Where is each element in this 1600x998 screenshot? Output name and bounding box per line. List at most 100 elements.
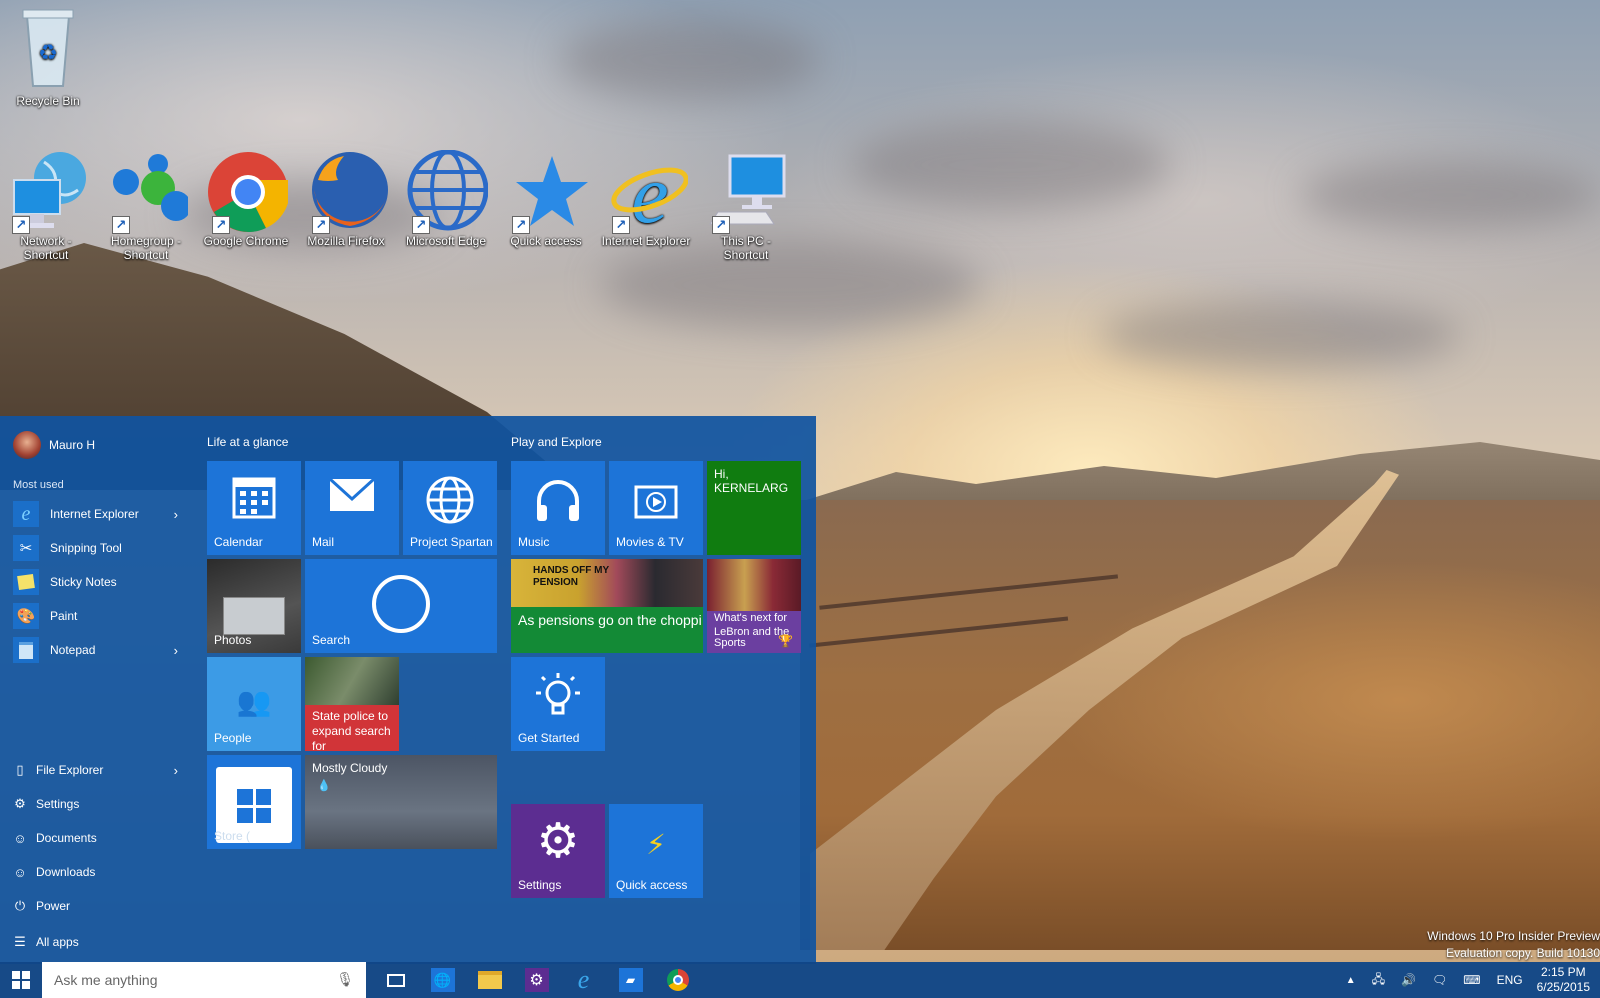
tile-settings[interactable]: ⚙ Settings: [511, 804, 605, 898]
internet-explorer-icon: e ↗: [604, 148, 689, 241]
gear-icon: ⚙: [536, 815, 580, 868]
microphone-icon[interactable]: 🎙: [336, 971, 354, 988]
cortana-search-box[interactable]: 🎙: [42, 962, 366, 998]
app-notepad[interactable]: Notepad ›: [0, 633, 196, 667]
computer-icon: ↗: [704, 150, 788, 234]
tile-label: Quick access: [616, 878, 688, 892]
app-paint[interactable]: 🎨 Paint: [0, 599, 196, 633]
tile-mail[interactable]: Mail: [305, 461, 399, 555]
chevron-right-icon[interactable]: ›: [174, 507, 178, 522]
headphones-icon: [511, 475, 605, 528]
tile-weather[interactable]: Mostly Cloudy 💧: [305, 755, 497, 849]
settings-button[interactable]: ⚙ Settings: [0, 787, 196, 821]
clock[interactable]: 2:15 PM 6/25/2015: [1531, 965, 1600, 995]
desktop-icon-chrome[interactable]: ↗ Google Chrome: [198, 150, 294, 248]
pension-sign: HANDS OFF MY PENSION: [533, 565, 609, 588]
money-photo: HANDS OFF MY PENSION: [511, 559, 703, 607]
desktop-icon-network[interactable]: ↗ Network - Shortcut: [0, 150, 94, 262]
tile-store[interactable]: Store (: [207, 755, 301, 849]
app-snipping-tool[interactable]: ✂ Snipping Tool: [0, 531, 196, 565]
tile-xbox[interactable]: Hi, KERNELARG: [707, 461, 801, 555]
language-indicator[interactable]: ENG: [1489, 962, 1531, 998]
taskbar-internet-explorer-button[interactable]: e: [560, 962, 607, 998]
video-icon: [609, 485, 703, 522]
task-view-button[interactable]: [372, 962, 419, 998]
desktop-icon-quick-access[interactable]: ↗ Quick access: [498, 150, 594, 248]
tile-label: Search: [312, 633, 351, 647]
tile-sports[interactable]: What's next for LeBron and the Ca Sports…: [707, 559, 801, 653]
taskbar-store-button[interactable]: ▰: [607, 962, 654, 998]
touch-keyboard-button[interactable]: ⌨: [1455, 962, 1488, 998]
desktop-icon-internet-explorer[interactable]: e ↗ Internet Explorer: [598, 148, 694, 248]
sys-label: Documents: [36, 831, 97, 845]
tile-calendar[interactable]: Calendar: [207, 461, 301, 555]
user-account-button[interactable]: Mauro H: [13, 430, 95, 460]
settings-icon: ⚙: [524, 968, 549, 992]
xbox-greeting: Hi, KERNELARG: [714, 467, 789, 495]
app-label: Internet Explorer: [50, 507, 139, 521]
documents-icon: ☺: [13, 830, 27, 846]
network-icon: 🖧: [1371, 971, 1386, 986]
taskbar-file-explorer-button[interactable]: [466, 962, 513, 998]
desktop-icon-this-pc[interactable]: ↗ This PC - Shortcut: [698, 150, 794, 262]
desktop-icon-label: Google Chrome: [203, 234, 289, 248]
taskbar-edge-button[interactable]: 🌐: [419, 962, 466, 998]
desktop-icon-recycle-bin[interactable]: ♻ Recycle Bin: [0, 4, 96, 108]
tile-get-started[interactable]: Get Started: [511, 657, 605, 751]
show-hidden-icons-button[interactable]: ▲: [1338, 962, 1364, 998]
desktop-icon-firefox[interactable]: ↗ Mozilla Firefox: [298, 150, 394, 248]
file-explorer-button[interactable]: ▯ File Explorer ›: [0, 753, 196, 787]
shortcut-arrow-icon: ↗: [312, 216, 330, 234]
firefox-icon: ↗: [304, 150, 388, 234]
globe-icon: ↗: [404, 149, 489, 234]
tile-search[interactable]: Search: [305, 559, 497, 653]
tile-movies-tv[interactable]: Movies & TV: [609, 461, 703, 555]
power-button[interactable]: ⏻ Power: [0, 889, 196, 923]
star-icon: ↗: [504, 150, 588, 234]
app-internet-explorer[interactable]: e Internet Explorer ›: [0, 497, 196, 531]
internet-explorer-icon: e: [577, 965, 590, 994]
watermark-build: Evaluation copy. Build 10130: [1446, 946, 1600, 960]
downloads-button[interactable]: ☺ Downloads: [0, 855, 196, 889]
start-left-column: Mauro H Most used e Internet Explorer › …: [0, 416, 196, 964]
chevron-right-icon[interactable]: ›: [174, 763, 178, 778]
chevron-right-icon[interactable]: ›: [174, 643, 178, 658]
action-center-button[interactable]: 🗨: [1424, 962, 1455, 998]
group-title-life-at-a-glance[interactable]: Life at a glance: [207, 435, 288, 449]
folder-icon: ▯: [16, 762, 24, 777]
tile-people[interactable]: 👥 People: [207, 657, 301, 751]
downloads-icon: ☺: [13, 864, 27, 880]
tile-quick-access[interactable]: ⚡ Quick access: [609, 804, 703, 898]
tile-music[interactable]: Music: [511, 461, 605, 555]
tile-project-spartan[interactable]: Project Spartan: [403, 461, 497, 555]
tile-label: Settings: [518, 878, 562, 892]
sys-label: All apps: [36, 935, 79, 949]
chevron-up-icon: ▲: [1345, 974, 1356, 986]
volume-button[interactable]: 🔊: [1393, 962, 1424, 998]
documents-button[interactable]: ☺ Documents: [0, 821, 196, 855]
tile-label: Photos: [214, 633, 252, 647]
all-apps-button[interactable]: ☰ All apps: [0, 925, 196, 959]
taskbar-chrome-button[interactable]: [654, 962, 701, 998]
tile-money[interactable]: HANDS OFF MY PENSION As pensions go on t…: [511, 559, 703, 653]
sticky-note-icon: [13, 569, 39, 595]
app-sticky-notes[interactable]: Sticky Notes: [0, 565, 196, 599]
globe-icon: [403, 475, 497, 528]
user-name: Mauro H: [49, 438, 96, 452]
search-input[interactable]: [54, 972, 324, 988]
shortcut-arrow-icon: ↗: [612, 216, 630, 234]
taskbar-settings-button[interactable]: ⚙: [513, 962, 560, 998]
most-used-heading: Most used: [13, 479, 64, 491]
desktop-icon-label: Microsoft Edge: [405, 234, 487, 248]
network-tray-button[interactable]: 🖧: [1364, 962, 1393, 998]
start-button[interactable]: [0, 962, 42, 998]
desktop-icon-edge[interactable]: ↗ Microsoft Edge: [398, 149, 494, 248]
raindrop-icon: 💧: [317, 780, 331, 792]
app-label: Sticky Notes: [50, 575, 117, 589]
tile-label: Sports: [714, 637, 746, 649]
svg-text:e: e: [631, 150, 668, 234]
group-title-play-and-explore[interactable]: Play and Explore: [511, 435, 602, 449]
tile-photos[interactable]: Photos: [207, 559, 301, 653]
tile-news[interactable]: State police to expand search for: [305, 657, 399, 751]
desktop-icon-homegroup[interactable]: ↗ Homegroup - Shortcut: [98, 150, 194, 262]
